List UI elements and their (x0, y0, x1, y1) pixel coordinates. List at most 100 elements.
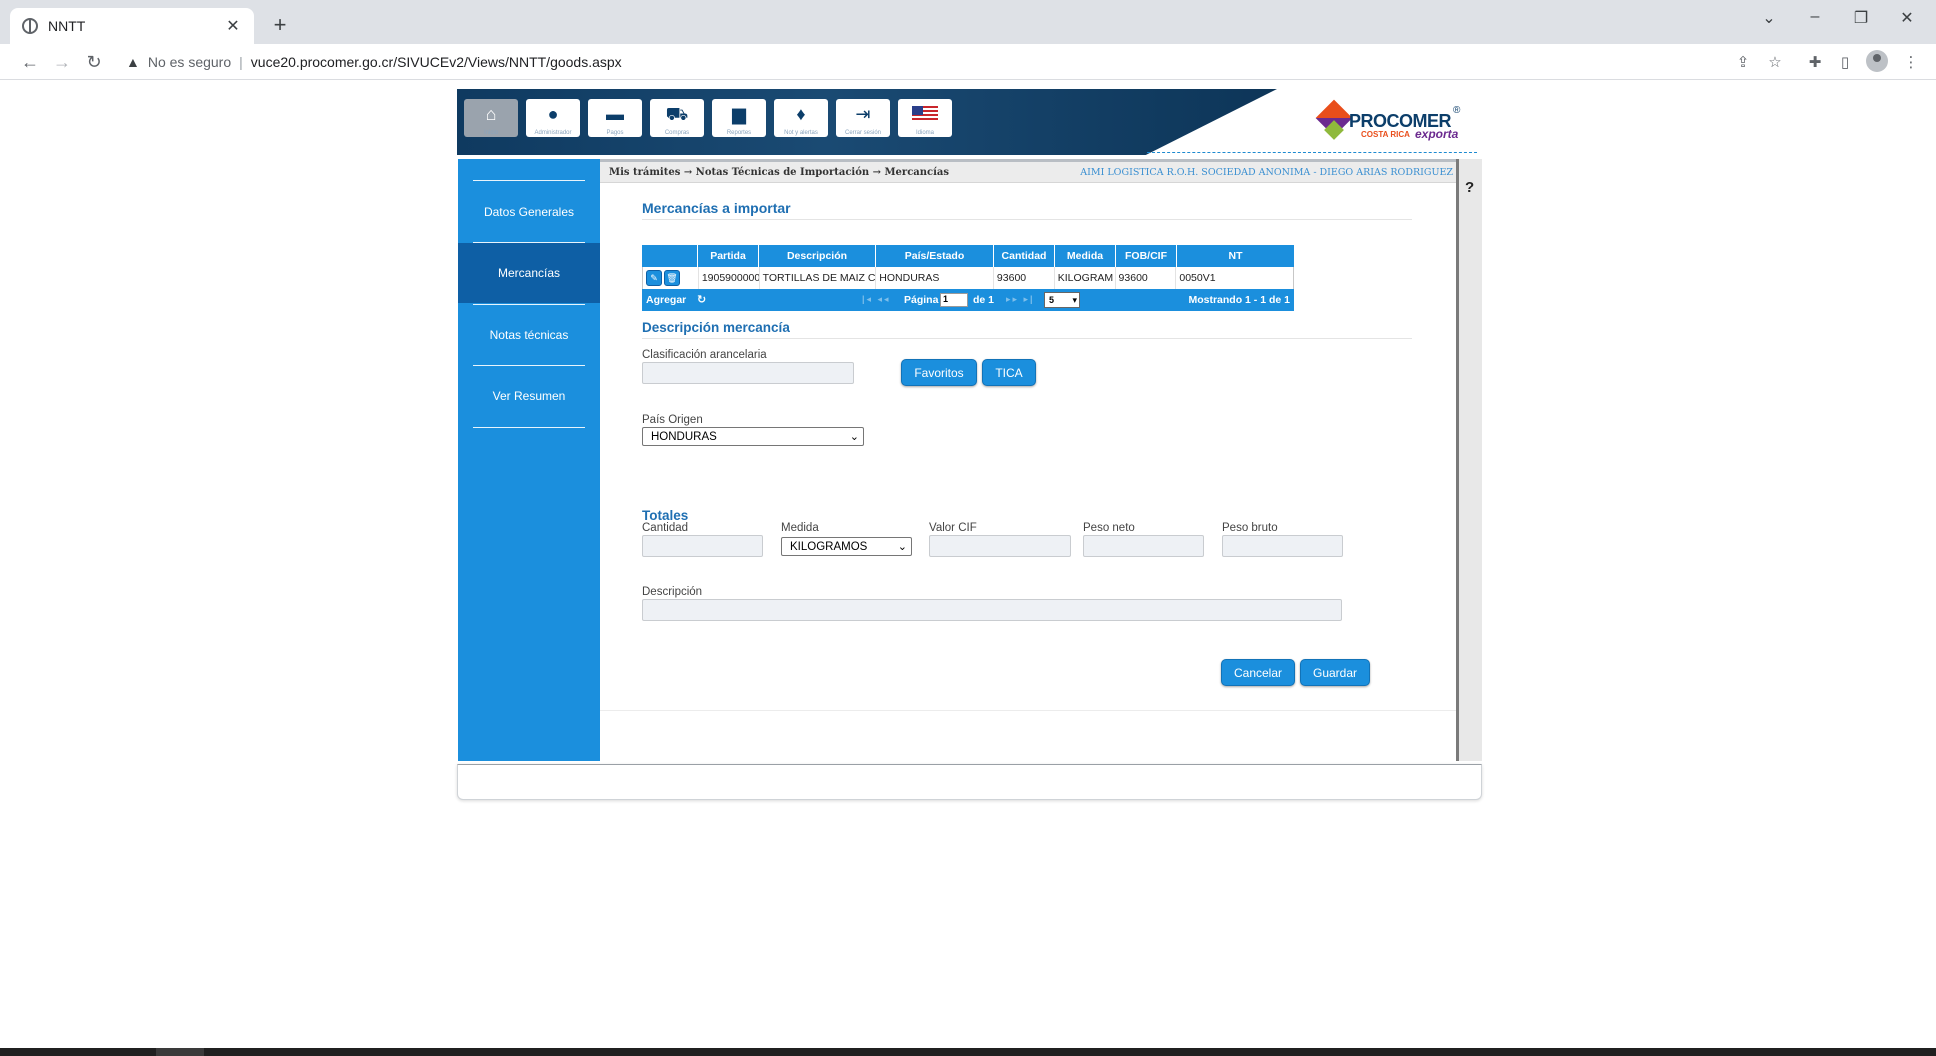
medida-value: KILOGRAMOS (790, 540, 868, 553)
col-cantidad[interactable]: Cantidad (994, 245, 1055, 267)
grid-header: Partida Descripción País/Estado Cantidad… (642, 245, 1294, 267)
section-title-descripcion: Descripción mercancía (642, 320, 790, 335)
peso-neto-input[interactable] (1083, 535, 1204, 557)
col-descripcion[interactable]: Descripción (759, 245, 876, 267)
payments-button[interactable]: ▬ Pagos (588, 99, 642, 137)
medida-select[interactable]: KILOGRAMOS ⌄ (781, 537, 912, 556)
back-icon[interactable]: ← (16, 50, 44, 74)
browser-tab[interactable]: NNTT ✕ (10, 8, 254, 44)
cantidad-input[interactable] (642, 535, 763, 557)
minimize-button[interactable]: – (1792, 8, 1838, 26)
cell-cantidad: 93600 (994, 267, 1055, 289)
refresh-icon[interactable]: ↻ (697, 293, 706, 306)
taskbar-app[interactable] (156, 1048, 204, 1056)
procomer-logo: PROCOMER ® COSTA RICA exporta (1315, 97, 1469, 151)
descripcion-input[interactable] (642, 599, 1342, 621)
col-partida[interactable]: Partida (698, 245, 759, 267)
alerts-label: Not y alertas (784, 130, 818, 136)
close-window-button[interactable]: ✕ (1884, 8, 1930, 28)
chevron-down-icon: ⌄ (849, 431, 859, 443)
reload-icon[interactable]: ↻ (80, 50, 108, 74)
valor-cif-input[interactable] (929, 535, 1071, 557)
help-panel: ? (1456, 159, 1482, 761)
new-tab-button[interactable]: + (268, 12, 292, 38)
address-bar: ← → ↻ ▲ No es seguro | vuce20.procomer.g… (0, 44, 1936, 80)
sidebar-item-mercancias[interactable]: Mercancías (458, 243, 609, 303)
admin-button[interactable]: ● Administrador (526, 99, 580, 137)
table-row[interactable]: ✎ 🗑 1905900000 TORTILLAS DE MAIZ C HONDU… (642, 267, 1294, 289)
edit-icon[interactable]: ✎ (646, 270, 662, 286)
add-button[interactable]: Agregar (646, 294, 686, 306)
side-panel-icon[interactable]: ▯ (1834, 52, 1856, 74)
payments-label: Pagos (606, 130, 624, 136)
col-nt[interactable]: NT (1177, 245, 1294, 267)
delete-icon[interactable]: 🗑 (664, 270, 680, 286)
alerts-button[interactable]: ♦ Not y alertas (774, 99, 828, 137)
actions-divider (600, 710, 1459, 711)
help-icon[interactable]: ? (1465, 179, 1474, 196)
col-actions (642, 245, 698, 267)
reports-button[interactable]: ▆ Reportes (712, 99, 766, 137)
col-medida[interactable]: Medida (1055, 245, 1116, 267)
app-header: ⌂ Inicio ● Administrador ▬ Pagos ⛟ Compr… (457, 89, 1482, 155)
peso-bruto-input[interactable] (1222, 535, 1343, 557)
logo-registered: ® (1453, 105, 1461, 116)
logout-label: Cerrar sesión (844, 130, 881, 136)
rows-per-page-select[interactable]: 5 ▾ (1044, 292, 1080, 308)
sidebar-item-label: Mercancías (497, 266, 561, 280)
home-button[interactable]: ⌂ Inicio (464, 99, 518, 137)
sidebar-item-label: Notas técnicas (489, 328, 569, 342)
menu-icon[interactable]: ⋮ (1900, 52, 1922, 74)
logo-tagline: exporta (1415, 127, 1459, 141)
sidebar-item-ver-resumen[interactable]: Ver Resumen (458, 366, 600, 426)
home-label: Inicio (483, 130, 498, 136)
sidebar-item-datos-generales[interactable]: Datos Generales (458, 182, 600, 242)
grid-pager: Agregar ↻ |◂ ◂◂ Página 1 de 1 ▸▸ ▸| 5 ▾ … (642, 289, 1294, 311)
extensions-icon[interactable]: ✚ (1804, 52, 1826, 74)
cantidad-label: Cantidad (642, 522, 689, 534)
first-prev-page-icon[interactable]: |◂ ◂◂ (862, 294, 891, 305)
warning-icon: ▲ (126, 54, 140, 70)
cancel-button[interactable]: Cancelar (1221, 659, 1295, 686)
breadcrumb: Mis trámites → Notas Técnicas de Importa… (609, 167, 950, 178)
next-last-page-icon[interactable]: ▸▸ ▸| (1006, 294, 1035, 305)
save-button[interactable]: Guardar (1300, 659, 1370, 686)
url-text: vuce20.procomer.go.cr/SIVUCEv2/Views/NNT… (250, 54, 622, 70)
main-content: Mis trámites → Notas Técnicas de Importa… (600, 159, 1459, 761)
peso-neto-label: Peso neto (1083, 522, 1135, 534)
goods-grid: Partida Descripción País/Estado Cantidad… (642, 245, 1294, 311)
tab-search-icon[interactable]: ⌄ (1746, 8, 1792, 28)
share-icon[interactable]: ⇪ (1732, 52, 1754, 74)
close-tab-icon[interactable]: ✕ (224, 16, 242, 36)
pais-origen-select[interactable]: HONDURAS ⌄ (642, 427, 864, 446)
restore-button[interactable]: ❐ (1838, 8, 1884, 28)
valor-cif-label: Valor CIF (929, 522, 977, 534)
language-button[interactable]: Idioma (898, 99, 952, 137)
profile-avatar[interactable] (1866, 50, 1888, 72)
cell-nt: 0050V1 (1179, 272, 1216, 284)
records-count: Mostrando 1 - 1 de 1 (1188, 294, 1290, 306)
bookmark-star-icon[interactable]: ☆ (1764, 52, 1786, 74)
col-pais[interactable]: País/Estado (876, 245, 994, 267)
cart-button[interactable]: ⛟ Compras (650, 99, 704, 137)
section-divider (642, 338, 1412, 339)
col-fob-cif[interactable]: FOB/CIF (1116, 245, 1177, 267)
rows-per-page-value: 5 (1049, 295, 1055, 305)
logo-subtitle: COSTA RICA (1361, 130, 1410, 139)
tica-button[interactable]: TICA (982, 359, 1036, 386)
logout-button[interactable]: ⇥ Cerrar sesión (836, 99, 890, 137)
taskbar (0, 1048, 1936, 1056)
cell-partida: 1905900000 (699, 267, 760, 289)
clasificacion-input[interactable] (642, 362, 854, 384)
cart-label: Compras (664, 130, 690, 136)
cell-pais: HONDURAS (876, 267, 994, 289)
logout-icon: ⇥ (855, 104, 871, 124)
forward-icon[interactable]: → (48, 50, 76, 74)
sidebar-item-notas-tecnicas[interactable]: Notas técnicas (458, 305, 600, 365)
cell-medida: KILOGRAM (1055, 267, 1116, 289)
url-field[interactable]: ▲ No es seguro | vuce20.procomer.go.cr/S… (116, 48, 1756, 76)
page-total-label: de 1 (973, 294, 995, 306)
favoritos-button[interactable]: Favoritos (901, 359, 977, 386)
page-number-input[interactable]: 1 (940, 293, 968, 307)
clasificacion-label: Clasificación arancelaria (642, 349, 767, 361)
